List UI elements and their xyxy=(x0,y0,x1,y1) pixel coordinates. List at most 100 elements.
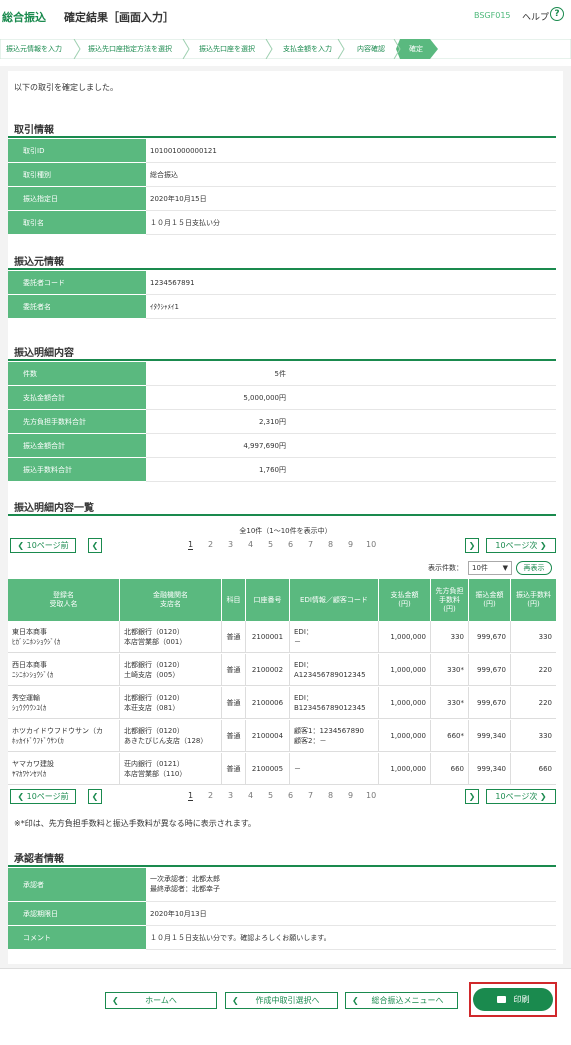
edi-line-2: － xyxy=(294,638,301,646)
next-page-button[interactable]: ❯ xyxy=(465,538,479,553)
section-divider xyxy=(8,268,556,270)
recipient-name: 西日本商事 xyxy=(12,661,47,669)
transfer-amount: 999,340 xyxy=(477,732,506,740)
recipient-fee: 330* xyxy=(447,666,464,674)
approver-line-1: 一次承認者：北都太郎 xyxy=(150,875,220,883)
table-cell: 北都銀行（0120） 本荘支店（081） xyxy=(120,687,222,719)
table-cell: 999,670 xyxy=(469,654,511,686)
table-cell: 普通 xyxy=(222,753,246,785)
page-link[interactable]: 9 xyxy=(348,540,353,549)
print-button-label: 印刷 xyxy=(513,995,530,1004)
print-button[interactable]: 印刷 xyxy=(473,988,553,1011)
menu-button[interactable]: ❮ 総合振込メニューへ xyxy=(345,992,458,1009)
column-header-label: 先方負担 手数料 (円) xyxy=(435,586,464,613)
table-cell: 330 xyxy=(511,720,556,752)
column-header-label: 振込金額 (円) xyxy=(475,591,504,608)
prev-page-button[interactable]: ❮ xyxy=(88,789,102,804)
page-link[interactable]: 5 xyxy=(268,791,273,800)
table-cell: ヤマカワ建設 ﾔﾏｶﾜｹﾝｾﾂ(ｶ xyxy=(8,753,120,785)
page-link[interactable]: 4 xyxy=(248,791,253,800)
account-number: 2100006 xyxy=(251,699,284,707)
table-cell: 220 xyxy=(511,687,556,719)
edi-line-1: EDI： xyxy=(294,628,313,636)
table-cell: 顧客1：1234567890 顧客2：－ xyxy=(290,720,379,752)
prev-page-button[interactable]: ❮ xyxy=(88,538,102,553)
pager-bottom: ❮ 10ページ前 ❮ 1 2 3 4 5 6 7 8 9 10 ❯ 10ページ次… xyxy=(8,789,556,807)
page-link[interactable]: 2 xyxy=(208,540,213,549)
help-link[interactable]: ヘルプ xyxy=(522,10,549,23)
table-cell: 秀空運輸 ｼｭｳｸｳｳﾝﾕ(ｶ xyxy=(8,687,120,719)
account-type: 普通 xyxy=(226,732,241,740)
bank-name: 北都銀行（0120） xyxy=(124,694,184,702)
caret-down-icon: ▼ xyxy=(502,564,508,572)
page-link[interactable]: 2 xyxy=(208,791,213,800)
page-link-current[interactable]: 1 xyxy=(188,791,194,801)
page-link[interactable]: 10 xyxy=(366,540,376,549)
table-row: 東日本商事 ﾋｶﾞｼﾆﾎﾝｼｮｳｼﾞ(ｶ 北都銀行（0120） 本店営業部（001） 普… xyxy=(8,621,556,653)
transfer-fee: 660 xyxy=(538,765,552,773)
select-draft-button[interactable]: ❮ 作成中取引選択へ xyxy=(225,992,338,1009)
redisplay-button[interactable]: 再表示 xyxy=(516,561,552,575)
page-link[interactable]: 3 xyxy=(228,791,233,800)
edi-line-2: B123456789012345 xyxy=(294,704,366,712)
prev-10-pages-button[interactable]: ❮ 10ページ前 xyxy=(10,789,76,804)
section-title-list: 振込明細内容一覧 xyxy=(14,503,94,514)
recipient-fee: 660* xyxy=(447,732,464,740)
recipient-fee: 660 xyxy=(450,765,464,773)
page-link[interactable]: 9 xyxy=(348,791,353,800)
kv-value: 2,310円 xyxy=(258,418,286,426)
prev-10-pages-button[interactable]: ❮ 10ページ前 xyxy=(10,538,76,553)
kv-label: 件数 xyxy=(8,362,146,386)
display-count-select[interactable]: 10件 ▼ xyxy=(468,561,512,575)
table-cell: 2100004 xyxy=(246,720,290,752)
prev-10-label: 10ページ前 xyxy=(26,541,69,550)
page-link[interactable]: 10 xyxy=(366,791,376,800)
help-icon[interactable]: ? xyxy=(550,7,564,21)
edi-line-2: A123456789012345 xyxy=(294,671,366,679)
next-10-pages-button[interactable]: 10ページ次 ❯ xyxy=(486,789,556,804)
kv-label: 承認期限日 xyxy=(8,902,146,926)
table-cell: 東日本商事 ﾋｶﾞｼﾆﾎﾝｼｮｳｼﾞ(ｶ xyxy=(8,621,120,653)
recipient-fee: 330 xyxy=(450,633,464,641)
page-title: 確定結果［画面入力］ xyxy=(64,11,174,24)
section-divider xyxy=(8,865,556,867)
page-link[interactable]: 7 xyxy=(308,791,313,800)
kv-value: 2020年10月13日 xyxy=(150,910,207,918)
recipient-name: 東日本商事 xyxy=(12,628,47,636)
prev-10-label: 10ページ前 xyxy=(26,792,69,801)
page-link[interactable]: 4 xyxy=(248,540,253,549)
page-link[interactable]: 7 xyxy=(308,540,313,549)
account-type: 普通 xyxy=(226,765,241,773)
next-10-pages-button[interactable]: 10ページ次 ❯ xyxy=(486,538,556,553)
step-2: 振込先口座指定方法を選択 xyxy=(88,45,172,53)
home-button[interactable]: ❮ ホームへ xyxy=(105,992,217,1009)
paging-info: 全10件（1～10件を表示中） xyxy=(239,527,332,535)
payment-amount: 1,000,000 xyxy=(390,699,426,707)
bank-name: 北都銀行（0120） xyxy=(124,661,184,669)
column-header-label: 支払金額 (円) xyxy=(390,591,419,608)
table-cell: 1,000,000 xyxy=(379,753,431,785)
page-link[interactable]: 5 xyxy=(268,540,273,549)
next-page-button[interactable]: ❯ xyxy=(465,789,479,804)
kv-label: 支払金額合計 xyxy=(8,386,146,410)
kv-row: 支払金額合計 5,000,000円 xyxy=(8,386,556,410)
chevron-left-icon: ❮ xyxy=(112,996,119,1005)
select-draft-button-label: 作成中取引選択へ xyxy=(255,996,320,1005)
branch-name: あきたびじん支店（128） xyxy=(124,737,208,745)
kv-label: 先方負担手数料合計 xyxy=(8,410,146,434)
table-cell: 2100002 xyxy=(246,654,290,686)
kv-label: 取引種別 xyxy=(8,163,146,187)
kv-row: 取引名 １０月１５日支払い分 xyxy=(8,211,556,235)
page-link[interactable]: 6 xyxy=(288,791,293,800)
payment-amount: 1,000,000 xyxy=(390,732,426,740)
kv-value: １０月１５日支払い分です。確認よろしくお願いします。 xyxy=(150,934,331,942)
page-link-current[interactable]: 1 xyxy=(188,540,194,550)
next-10-label: 10ページ次 xyxy=(495,792,538,801)
page-link[interactable]: 3 xyxy=(228,540,233,549)
kv-row: 取引種別 総合振込 xyxy=(8,163,556,187)
page-link[interactable]: 6 xyxy=(288,540,293,549)
page-link[interactable]: 8 xyxy=(328,791,333,800)
kv-value: 4,997,690円 xyxy=(243,442,286,450)
page-link[interactable]: 8 xyxy=(328,540,333,549)
edi-line-1: EDI： xyxy=(294,661,313,669)
